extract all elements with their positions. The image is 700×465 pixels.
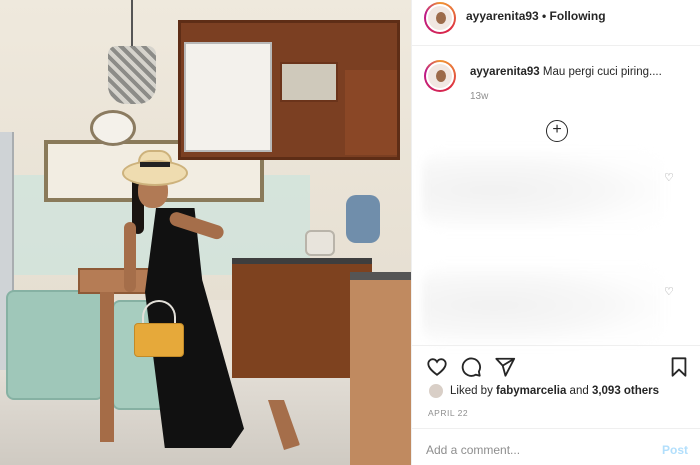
comment-like-heart-icon[interactable]: ♡ (664, 173, 675, 184)
save-icon[interactable] (668, 356, 690, 378)
blurred-comment (422, 265, 662, 345)
photo-pendant-lamp (108, 46, 156, 104)
comment-input[interactable]: Add a comment... (426, 443, 520, 457)
action-bar (412, 345, 700, 385)
post-photo[interactable] (0, 0, 411, 465)
caption: ayyarenita93 Mau pergi cuci piring.... (470, 66, 662, 78)
comment-composer: Add a comment... Post (412, 428, 700, 465)
heart-icon[interactable] (426, 356, 448, 378)
blurred-comment (422, 150, 662, 230)
photo-handbag (134, 323, 184, 357)
liker-avatar[interactable] (428, 383, 444, 399)
photo-cabinet-glass-door (280, 62, 338, 102)
post-side-panel: ayyarenita93 • Following ayyarenita93 Ma… (411, 0, 700, 465)
photo-hat-band (140, 162, 170, 167)
post-header: ayyarenita93 • Following (412, 0, 700, 46)
photo-clock (90, 110, 136, 146)
follow-status-button[interactable]: • Following (542, 9, 606, 23)
caption-username[interactable]: ayyarenita93 (470, 66, 540, 78)
comment-icon[interactable] (460, 356, 482, 378)
likes-summary: Liked by fabymarcelia and 3,093 others (428, 383, 659, 403)
photo-glass-cabinet (184, 42, 272, 152)
likes-mid: and (566, 385, 592, 398)
author-avatar[interactable] (424, 2, 456, 34)
photo-chair-left (6, 290, 104, 400)
comment-like-heart-icon[interactable]: ♡ (664, 287, 675, 298)
photo-table-leg (100, 292, 114, 442)
caption-text: Mau pergi cuci piring.... (542, 66, 662, 78)
photo-cabinet-door (345, 70, 397, 155)
author-username[interactable]: ayyarenita93 (466, 9, 539, 23)
share-icon[interactable] (494, 356, 516, 378)
follow-status-label: Following (549, 9, 606, 23)
liker-username[interactable]: fabymarcelia (496, 385, 566, 397)
photo-side-counter (350, 272, 411, 465)
caption-age: 13w (470, 91, 489, 102)
photo-arm-left (124, 222, 136, 292)
post-comment-button[interactable]: Post (662, 443, 688, 457)
likes-count[interactable]: 3,093 others (592, 385, 659, 397)
caption-avatar[interactable] (424, 60, 456, 92)
likes-prefix: Liked by (450, 385, 497, 398)
photo-lamp-cord (131, 0, 133, 46)
load-more-comments-icon[interactable]: + (546, 120, 568, 142)
post-date: APRIL 22 (428, 408, 469, 418)
photo-water-dispenser (346, 195, 380, 243)
photo-legs (268, 400, 300, 450)
